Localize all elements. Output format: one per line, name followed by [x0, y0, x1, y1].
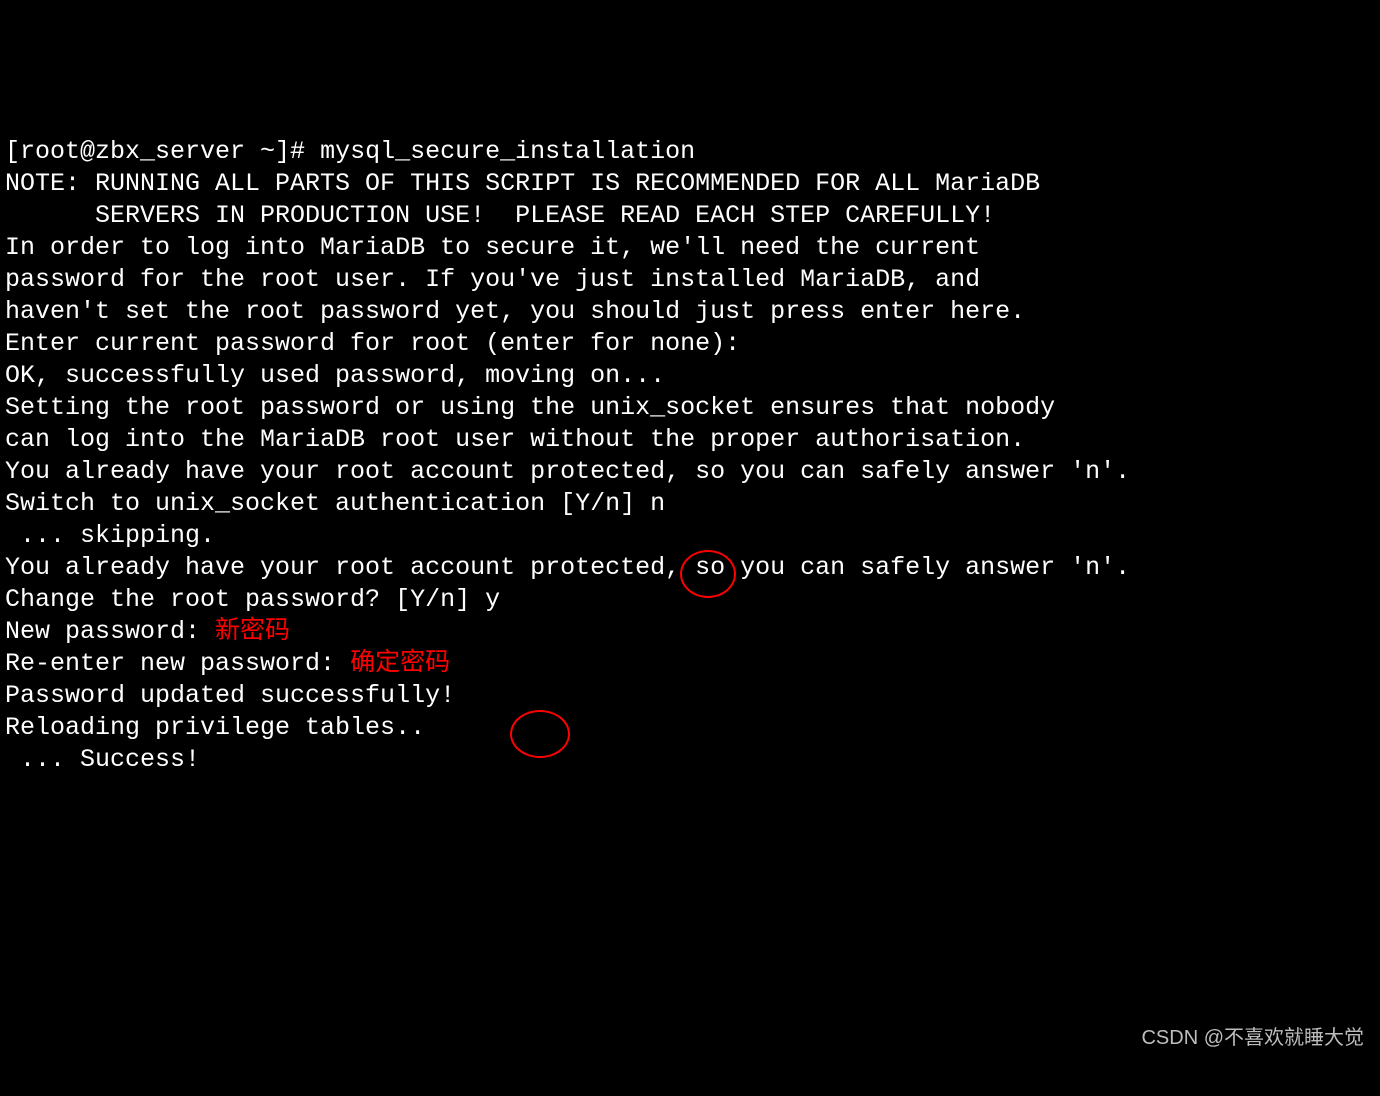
setting-line: Setting the root password or using the u… — [5, 392, 1375, 424]
reloading-line: Reloading privilege tables.. — [5, 712, 1375, 744]
change-password-prompt: Change the root password? [Y/n] — [5, 585, 485, 614]
terminal-output[interactable]: [root@zbx_server ~]# mysql_secure_instal… — [5, 136, 1375, 776]
new-password-label: New password: — [5, 617, 215, 646]
reenter-password-label: Re-enter new password: — [5, 649, 350, 678]
note-line: NOTE: RUNNING ALL PARTS OF THIS SCRIPT I… — [5, 168, 1375, 200]
intro-line: password for the root user. If you've ju… — [5, 264, 1375, 296]
watermark-text: CSDN @不喜欢就睡大觉 — [1141, 1022, 1364, 1054]
shell-prompt: [root@zbx_server ~]# — [5, 137, 320, 166]
command-text: mysql_secure_installation — [320, 137, 695, 166]
note-line: SERVERS IN PRODUCTION USE! PLEASE READ E… — [5, 200, 1375, 232]
success-line: ... Success! — [5, 744, 1375, 776]
intro-line: In order to log into MariaDB to secure i… — [5, 232, 1375, 264]
setting-line: can log into the MariaDB root user witho… — [5, 424, 1375, 456]
intro-line: haven't set the root password yet, you s… — [5, 296, 1375, 328]
already-protected-line: You already have your root account prote… — [5, 456, 1375, 488]
change-password-input: y — [485, 585, 500, 614]
ok-password-line: OK, successfully used password, moving o… — [5, 360, 1375, 392]
skipping-line: ... skipping. — [5, 520, 1375, 552]
reenter-password-annotation: 确定密码 — [350, 649, 450, 678]
enter-password-prompt: Enter current password for root (enter f… — [5, 328, 1375, 360]
already-protected-line: You already have your root account prote… — [5, 552, 1375, 584]
switch-auth-input: n — [650, 489, 665, 518]
switch-auth-prompt: Switch to unix_socket authentication [Y/… — [5, 489, 650, 518]
new-password-annotation: 新密码 — [215, 617, 290, 646]
password-updated-line: Password updated successfully! — [5, 680, 1375, 712]
